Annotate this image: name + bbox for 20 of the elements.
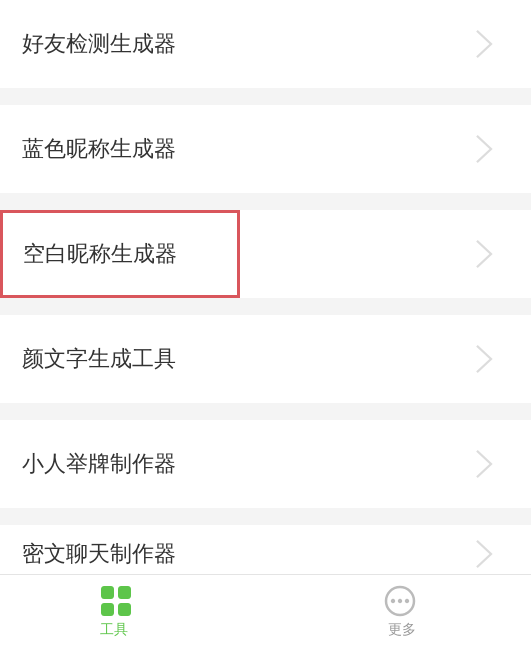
list-item[interactable]: 蓝色昵称生成器 bbox=[0, 105, 531, 193]
chevron-icon bbox=[475, 239, 493, 269]
chevron-icon bbox=[475, 539, 493, 569]
chevron-icon bbox=[475, 134, 493, 164]
chevron-icon bbox=[475, 29, 493, 59]
list-item[interactable]: 密文聊天制作器 bbox=[0, 525, 531, 574]
more-icon bbox=[384, 585, 416, 617]
item-label: 好友检测生成器 bbox=[22, 31, 176, 59]
list-item[interactable]: 好友检测生成器 bbox=[0, 0, 531, 88]
list-item[interactable]: 空白昵称生成器 bbox=[0, 210, 531, 298]
grid-icon bbox=[100, 585, 132, 617]
item-label: 颜文字生成工具 bbox=[22, 346, 176, 374]
item-label: 密文聊天制作器 bbox=[22, 541, 176, 569]
item-label: 蓝色昵称生成器 bbox=[22, 136, 176, 164]
item-label: 小人举牌制作器 bbox=[22, 451, 176, 479]
chevron-icon bbox=[475, 449, 493, 479]
chevron-icon bbox=[475, 344, 493, 374]
list-item[interactable]: 颜文字生成工具 bbox=[0, 315, 531, 403]
item-label: 空白昵称生成器 bbox=[0, 210, 240, 298]
list-item[interactable]: 小人举牌制作器 bbox=[0, 420, 531, 508]
